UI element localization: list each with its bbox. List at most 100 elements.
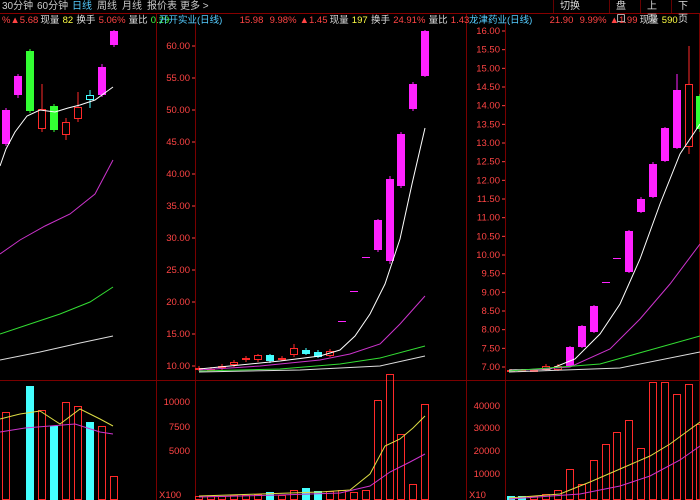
p0-candle-8-body (98, 67, 106, 95)
period-tab-5[interactable]: 报价表 (147, 0, 177, 13)
p2-candle-9-body (613, 258, 621, 259)
p2-candle-5-body (566, 347, 574, 366)
chart-info-1: ▲5.68 (10, 15, 38, 26)
p2-ma10-line (508, 243, 700, 372)
chart-info-5: 5.06% (99, 15, 126, 26)
p2-candle-6-body (578, 326, 586, 347)
vol-tick-label: 30000 (474, 423, 500, 434)
price-tick-label: 35.00 (166, 201, 190, 212)
p1-ma20-line (198, 345, 426, 372)
p0-volume-bar-0 (2, 412, 10, 500)
p2-vol-ma2-line (508, 445, 700, 500)
p2-candle-13-body (661, 128, 669, 161)
p0-candle-3-body (38, 109, 46, 129)
p0-candle-7-body (86, 95, 94, 100)
p1-candle-18-body (409, 84, 417, 109)
period-tab-2[interactable]: 日线 (72, 0, 92, 13)
price-tick-label: 15.00 (166, 329, 190, 340)
p0-vol-ma1-line (0, 408, 114, 427)
chart-info-4: 197 (352, 15, 368, 26)
p0-volume-bar-3 (50, 426, 58, 500)
price-tick-label: 10.00 (476, 250, 500, 261)
price-tick-label: 40.00 (166, 169, 190, 180)
vol-tick-label: 10000 (474, 469, 500, 480)
price-tick-label: 11.50 (477, 194, 500, 205)
p2-candle-7-body (590, 306, 598, 332)
chart-info-3: 82 (63, 15, 74, 26)
chart-info-4: 590 (662, 15, 678, 26)
price-tick-label: 10.00 (166, 361, 190, 372)
toolbar-button-3[interactable]: 下页 (671, 0, 700, 25)
p2-volume-bar-10 (625, 420, 633, 500)
chart-title: 开开实业(日线) (159, 14, 222, 26)
p1-volume-bar-7 (278, 495, 286, 500)
chart-info-6: 24.91% (393, 15, 426, 26)
p0-candle-4-body (50, 106, 58, 130)
period-tab-0[interactable]: 30分钟 (2, 0, 33, 13)
chart-panel-2: 龙津药业(日线) 21.90 9.99% ▲1.99 现量 590 16.00 15.50 15… (467, 14, 700, 500)
price-tick-label: 60.00 (166, 41, 190, 52)
panel-2-plot (507, 46, 700, 500)
p2-candle-11-body (637, 199, 645, 212)
p0-ma10-line (0, 159, 114, 255)
price-tick-label: 13.00 (476, 138, 500, 149)
price-tick-label: 14.50 (476, 82, 500, 93)
p1-volume-bar-16 (386, 374, 394, 500)
price-tick-label: 9.00 (482, 287, 501, 298)
p1-volume-bar-14 (362, 490, 370, 500)
price-tick-label: 8.50 (482, 306, 501, 317)
toolbar-button-1[interactable]: 盘口 (609, 0, 640, 25)
chart-info-3: 现量 (330, 15, 350, 26)
p1-vol-ma1-line (198, 415, 426, 497)
period-tab-6[interactable]: 更多 > (180, 0, 209, 13)
p1-volume-bar-11 (326, 491, 334, 500)
p0-candle-1-body (14, 76, 22, 95)
p2-volume-bar-13 (661, 382, 669, 500)
chart-title: 龙津药业(日线) (469, 14, 532, 26)
p1-candle-17-body (397, 134, 405, 186)
p1-candle-3-body (230, 362, 238, 365)
p2-candle-10-body (625, 231, 633, 272)
p1-candle-8-body (290, 348, 298, 355)
p2-ma20-line (508, 335, 700, 372)
chart-info-6: 量比 (129, 14, 148, 26)
p1-candle-5-body (254, 355, 262, 360)
p1-candle-14-body (362, 257, 370, 258)
p2-vol-ma1-line (508, 421, 700, 499)
chart-info-0: 15.98 (240, 15, 264, 26)
p1-candle-13-body (350, 291, 358, 292)
price-tick-label: 14.00 (476, 101, 500, 112)
p0-ma20-line (0, 286, 114, 335)
p2-volume-bar-11 (637, 448, 645, 500)
period-tab-4[interactable]: 月线 (122, 0, 142, 13)
price-tick-label: 7.00 (482, 362, 501, 373)
vol-tick-label: 10000 (164, 397, 190, 408)
p1-ma10-line (198, 295, 426, 371)
panel-1-plot (195, 30, 429, 500)
p0-volume-bar-1 (26, 386, 34, 500)
p1-vol-ma2-line (198, 453, 426, 498)
p1-volume-bar-18 (409, 484, 417, 500)
toolbar-button-2[interactable]: 上页 (640, 0, 671, 25)
p0-candle-0-body (2, 110, 10, 144)
p0-candle-2-body (26, 51, 34, 111)
vol-unit-label: X100 (159, 490, 181, 500)
p0-volume-bar-2 (38, 410, 46, 500)
p1-candle-4-body (242, 358, 250, 360)
chart-info-0: 21.90 (550, 15, 574, 26)
panel-0-plot (0, 30, 118, 500)
p1-volume-bar-15 (374, 400, 382, 500)
p0-volume-bar-5 (74, 406, 82, 500)
price-tick-label: 30.00 (166, 233, 190, 244)
p0-volume-bar-7 (98, 426, 106, 500)
p1-candle-16-body (386, 179, 394, 261)
toolbar-button-0[interactable]: 切换 (553, 0, 609, 13)
price-tick-label: 10.50 (476, 231, 500, 242)
p0-candle-6-body (74, 107, 82, 119)
p1-candle-15-body (374, 220, 382, 250)
period-tab-1[interactable]: 60分钟 (37, 0, 68, 13)
p2-volume-bar-15 (685, 384, 693, 500)
price-tick-label: 25.00 (166, 265, 190, 276)
vol-tick-label: 40000 (474, 401, 500, 412)
period-tab-3[interactable]: 周线 (97, 0, 117, 13)
